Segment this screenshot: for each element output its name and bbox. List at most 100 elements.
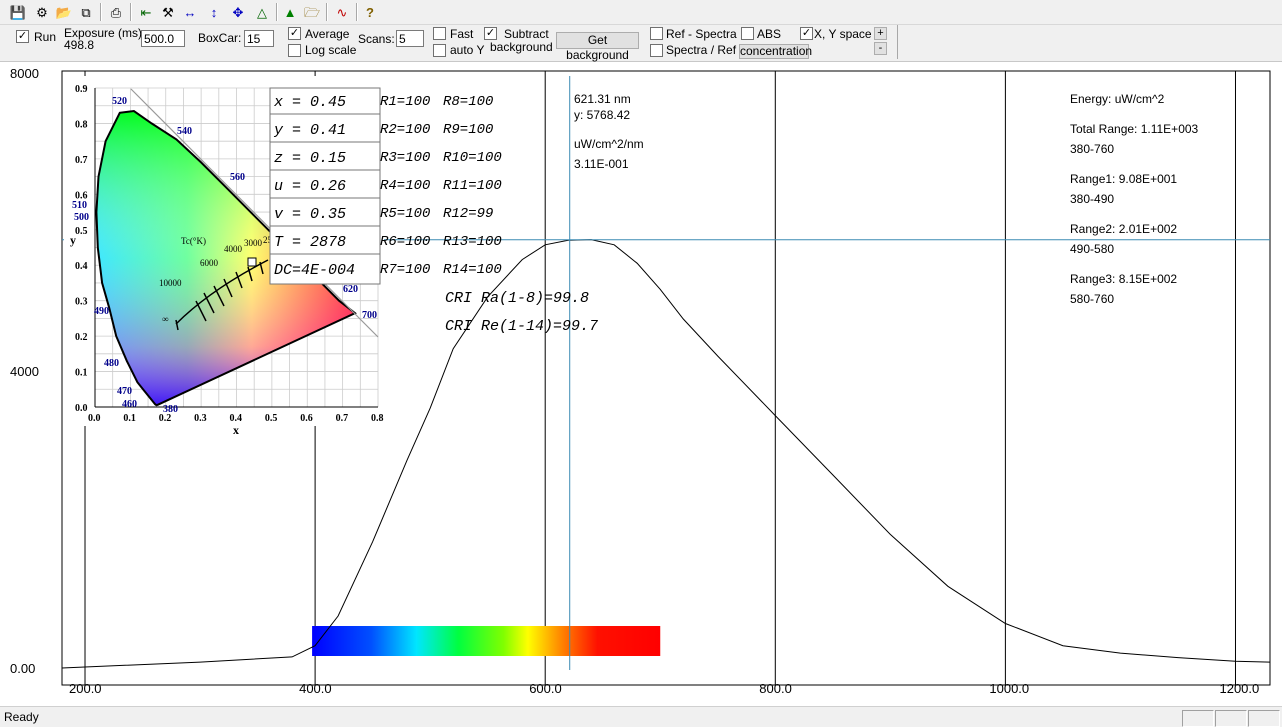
y-axis-ticks: 8000 4000 0.00 xyxy=(10,66,39,676)
status-bar: Ready xyxy=(0,706,1282,727)
cursor-value: 3.11E-001 xyxy=(574,157,629,171)
energy-range3: Range3: 8.15E+002 xyxy=(1070,272,1177,286)
vertical-stretch-icon[interactable]: ↕ xyxy=(204,2,224,22)
cie-wavelength-480: 480 xyxy=(104,358,119,369)
cie-x-tick: 0.5 xyxy=(265,413,278,424)
pan-icon[interactable]: ✥ xyxy=(228,2,248,22)
xy-space-checkbox[interactable]: ✓ xyxy=(800,27,813,40)
help-icon[interactable]: ? xyxy=(360,2,380,22)
run-checkbox[interactable]: ✓ xyxy=(16,30,29,43)
cursor-unit: uW/cm^2/nm xyxy=(574,137,644,151)
cri-r-left: R3=100 xyxy=(380,150,430,166)
cie-temp-label: ∞ xyxy=(162,314,168,324)
tools-icon[interactable]: ⚒ xyxy=(158,2,178,22)
cie-wavelength-380: 380 xyxy=(163,404,178,415)
cri-r-left: R7=100 xyxy=(380,262,430,278)
scans-input[interactable] xyxy=(396,30,424,47)
cie-x-tick: 0.7 xyxy=(336,413,349,424)
cie-temp-label: 6000 xyxy=(200,258,219,268)
cie-y-tick: 0.0 xyxy=(75,403,88,414)
colorimetry-value: u = 0.26 xyxy=(274,178,346,195)
cie-y-tick: 0.2 xyxy=(75,332,88,343)
spectrum-chart[interactable]: 8000 4000 0.00 200.0 400.0 600.0 800.0 1000.0 1… xyxy=(0,62,1282,706)
colorimetry-value: z = 0.15 xyxy=(274,150,346,167)
horizontal-stretch-icon[interactable]: ↔ xyxy=(180,2,200,22)
energy-total: Total Range: 1.11E+003 xyxy=(1070,122,1199,136)
y-tick-label: 4000 xyxy=(10,364,39,379)
cie-y-tick: 0.3 xyxy=(75,297,88,308)
cursor-wavelength: 621.31 nm xyxy=(574,92,631,106)
colorimetry-value: DC=4E-004 xyxy=(274,262,355,279)
cie-x-tick: 0.8 xyxy=(371,413,384,424)
spectra-ref-checkbox[interactable] xyxy=(650,44,663,57)
plus-button[interactable]: + xyxy=(874,27,887,40)
x-tick-label: 400.0 xyxy=(299,681,332,696)
print-icon[interactable]: ⎙ xyxy=(106,2,126,22)
cri-r-left: R1=100 xyxy=(380,94,430,110)
cie-temp-label: 4000 xyxy=(224,244,243,254)
cie-wavelength-490: 490 xyxy=(94,306,109,317)
cri-re: CRI Re(1-14)=99.7 xyxy=(445,318,598,335)
save-icon[interactable]: 💾 xyxy=(8,2,28,22)
copy-icon[interactable]: ⧉ xyxy=(76,2,96,22)
abs-label: ABS xyxy=(757,27,782,41)
energy-range2-span: 490-580 xyxy=(1070,242,1114,256)
spectra-ref-label: Spectra / Ref xyxy=(666,43,737,57)
visible-spectrum-colorbar xyxy=(312,626,661,656)
get-background-button[interactable]: Get background xyxy=(556,32,639,62)
cri-r-right: R9=100 xyxy=(443,122,493,138)
cursor-y-value: y: 5768.42 xyxy=(574,108,630,122)
average-label: Average xyxy=(305,27,350,41)
cri-r-left: R6=100 xyxy=(380,234,430,250)
x-tick-label: 800.0 xyxy=(759,681,792,696)
cie-y-tick: 0.5 xyxy=(75,226,88,237)
measured-point-marker xyxy=(247,257,257,267)
chart-icon[interactable]: △ xyxy=(252,2,272,22)
ref-spectra-checkbox[interactable] xyxy=(650,27,663,40)
autoy-label: auto Y xyxy=(450,43,485,57)
scans-label: Scans: xyxy=(358,32,395,46)
cri-r-left: R5=100 xyxy=(380,206,430,222)
zoom-fit-icon[interactable]: ⇤ xyxy=(136,2,156,22)
run-label: Run xyxy=(34,30,57,44)
energy-range3-span: 580-760 xyxy=(1070,292,1114,306)
average-checkbox[interactable]: ✓ xyxy=(288,27,301,40)
abs-checkbox[interactable] xyxy=(741,27,754,40)
cie-x-tick: 0.6 xyxy=(300,413,313,424)
ref-spectra-label: Ref - Spectra xyxy=(666,27,737,41)
logscale-label: Log scale xyxy=(305,43,357,57)
logscale-checkbox[interactable] xyxy=(288,44,301,57)
colorimetry-value: x = 0.45 xyxy=(273,94,346,111)
minus-button[interactable]: - xyxy=(874,42,887,55)
autoy-checkbox[interactable] xyxy=(433,44,446,57)
energy-range1-span: 380-490 xyxy=(1070,192,1114,206)
cri-r-right: R14=100 xyxy=(443,262,502,278)
cie-y-tick: 0.7 xyxy=(75,155,88,166)
cie-wavelength-520: 520 xyxy=(112,96,127,107)
cie-temp-label: Tc(°K) xyxy=(181,236,206,246)
status-panel-1 xyxy=(1182,710,1214,727)
folder-open-icon[interactable]: 📂 xyxy=(54,2,74,22)
cri-r-right: R10=100 xyxy=(443,150,502,166)
exposure-actual: 498.8 xyxy=(64,38,95,52)
boxcar-input[interactable] xyxy=(244,30,274,47)
cie-x-tick: 0.3 xyxy=(194,413,207,424)
cie-y-tick: 0.1 xyxy=(75,368,88,379)
cie-wavelength-470: 470 xyxy=(117,386,132,397)
y-tick-label: 0.00 xyxy=(10,661,35,676)
fast-checkbox[interactable] xyxy=(433,27,446,40)
export-icon[interactable]: 🗁 xyxy=(302,2,322,22)
concentration-button[interactable]: concentration xyxy=(739,44,812,59)
x-tick-label: 600.0 xyxy=(529,681,562,696)
subtract-checkbox[interactable]: ✓ xyxy=(484,27,497,40)
cie-temp-label: 3000 xyxy=(244,238,263,248)
energy-title: Energy: uW/cm^2 xyxy=(1070,92,1165,106)
exposure-input[interactable] xyxy=(141,30,185,47)
open-settings-icon[interactable]: ⚙ xyxy=(32,2,52,22)
peak-icon[interactable]: ▲ xyxy=(280,2,300,22)
cri-r-left: R2=100 xyxy=(380,122,430,138)
energy-range2: Range2: 2.01E+002 xyxy=(1070,222,1177,236)
cri-r-right: R13=100 xyxy=(443,234,502,250)
y-tick-label: 8000 xyxy=(10,66,39,81)
spectrum-icon[interactable]: ∿ xyxy=(332,2,352,22)
